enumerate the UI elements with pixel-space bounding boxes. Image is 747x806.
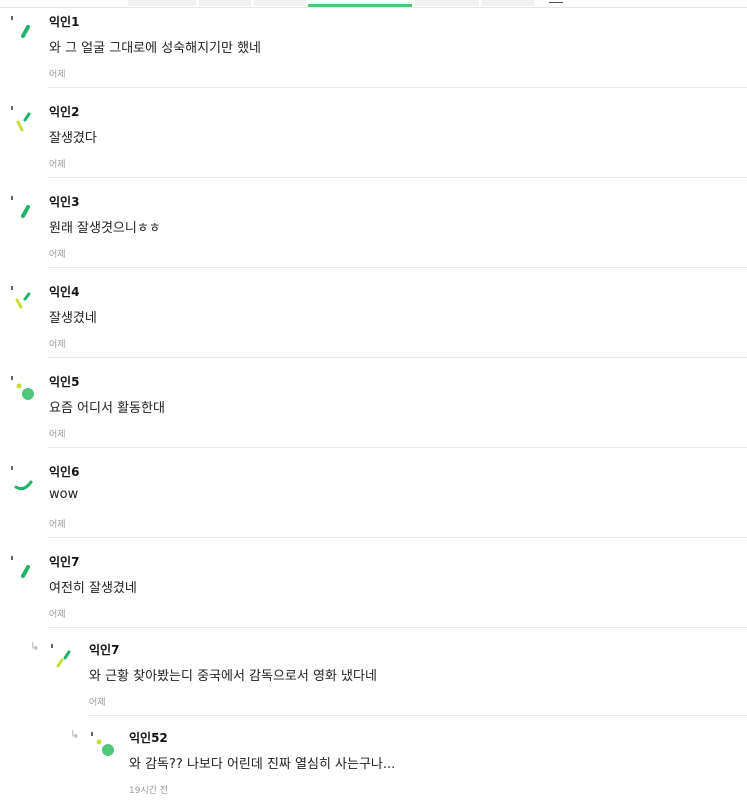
comment-time: 어제: [49, 70, 66, 80]
reply-author: 익인7: [89, 643, 120, 657]
divider: [48, 537, 747, 538]
divider: [48, 267, 747, 268]
comment-text: wow: [49, 487, 79, 502]
reply-time: 어제: [89, 698, 106, 708]
comment-time: 어제: [49, 430, 66, 440]
dash-icon: [11, 16, 30, 38]
comment-time: 어제: [49, 610, 66, 620]
comment: 익인7 여전히 잘생겼네 어제: [0, 540, 747, 630]
comment-text: 와 그 얼굴 그대로에 성숙해지기만 했네: [49, 41, 262, 56]
comment-text: 요즘 어디서 활동한대: [49, 401, 165, 416]
double-dash-icon: [51, 644, 71, 668]
comment-text: 원래 잘생겻으니ㅎㅎ: [49, 221, 161, 236]
comment: 익인6 wow 어제: [0, 450, 747, 540]
comment: 익인3 원래 잘생겻으니ㅎㅎ 어제: [0, 180, 747, 270]
comment-time: 어제: [49, 250, 66, 260]
double-dash-icon: [11, 106, 31, 132]
dash-icon: [11, 196, 30, 218]
comment: 익인4 잘생겼네 어제: [0, 270, 747, 360]
comment: 익인2 잘생겼다 어제: [0, 90, 747, 180]
comment-time: 어제: [49, 160, 66, 170]
comment-author: 익인5: [49, 375, 80, 389]
comment: 익인5 요즘 어디서 활동한대 어제: [0, 360, 747, 450]
comment-text: 여전히 잘생겼네: [49, 581, 137, 596]
comment-author: 익인7: [49, 555, 80, 569]
comment-time: 어제: [49, 520, 66, 530]
reply-text: 와 근황 찾아봤는디 중국에서 감독으로서 영화 냈다네: [89, 669, 377, 684]
divider: [48, 357, 747, 358]
reply-time: 19시간 전: [129, 786, 169, 796]
comment-time: 어제: [49, 340, 66, 350]
comment-text: 잘생겼네: [49, 311, 97, 326]
divider: [48, 177, 747, 178]
reply-arrow-icon: ↳: [30, 640, 40, 653]
comment-author: 익인4: [49, 285, 80, 299]
arc-icon: [11, 466, 33, 491]
comment-author: 익인3: [49, 195, 80, 209]
divider: [48, 87, 747, 88]
divider: [48, 447, 747, 448]
double-dash-icon: [11, 286, 31, 309]
dot-circle-icon: [91, 732, 114, 756]
reply-text: 와 감독?? 나보다 어린데 진짜 열심히 사는구나...: [129, 757, 396, 772]
comment-text: 잘생겼다: [49, 131, 97, 146]
dash-icon: [11, 556, 30, 578]
reply: 익인52 와 감독?? 나보다 어린데 진짜 열심히 사는구나... 19시간 …: [80, 716, 747, 806]
comment-author: 익인6: [49, 465, 80, 479]
comment-author: 익인1: [49, 15, 80, 29]
dot-circle-icon: [11, 376, 34, 400]
reply: 익인7 와 근황 찾아봤는디 중국에서 감독으로서 영화 냈다네 어제: [40, 628, 747, 718]
comment-author: 익인2: [49, 105, 80, 119]
reply-author: 익인52: [129, 731, 168, 745]
reply-arrow-icon: ↳: [70, 728, 80, 741]
comment: 익인1 와 그 얼굴 그대로에 성숙해지기만 했네 어제: [0, 0, 747, 90]
